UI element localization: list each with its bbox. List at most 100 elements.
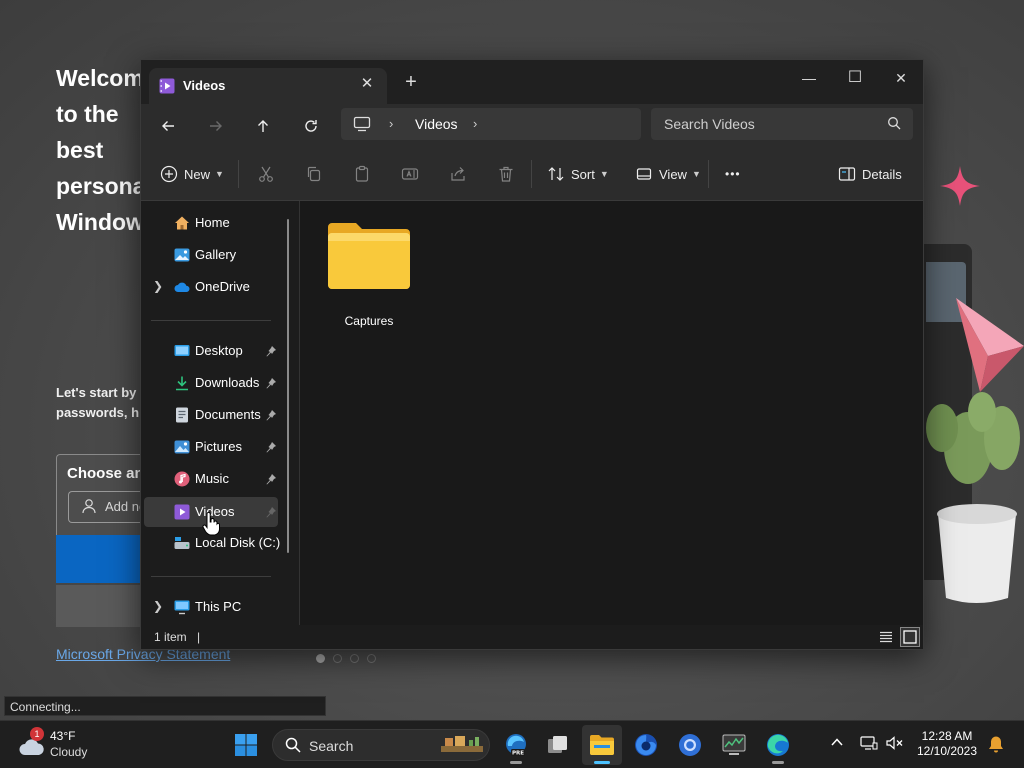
account-choice-title: Choose an xyxy=(67,465,144,482)
back-button[interactable] xyxy=(152,112,184,140)
share-button[interactable] xyxy=(449,162,473,186)
pin-icon[interactable] xyxy=(265,441,277,453)
start-button[interactable] xyxy=(226,725,266,765)
notification-bell-icon[interactable] xyxy=(988,735,1004,753)
add-account-field[interactable]: Add new xyxy=(68,491,156,523)
breadcrumb-chevron-icon[interactable]: › xyxy=(389,116,393,131)
weather-widget[interactable]: 1 43°F Cloudy xyxy=(18,727,108,763)
onedrive-cloud-icon xyxy=(174,282,190,292)
task-view-icon xyxy=(548,736,567,753)
breadcrumb-chevron-icon[interactable]: › xyxy=(473,116,477,131)
taskbar-edge[interactable] xyxy=(758,725,798,765)
copy-button[interactable] xyxy=(305,162,329,186)
system-clock[interactable]: 12:28 AM 12/10/2023 xyxy=(912,729,982,759)
pictures-icon xyxy=(174,440,190,454)
tab-close-button[interactable]: ✕ xyxy=(357,74,377,94)
paste-button[interactable] xyxy=(353,162,377,186)
forward-button[interactable] xyxy=(200,112,232,140)
pin-icon[interactable] xyxy=(265,345,277,357)
sidebar-item-label: Desktop xyxy=(195,343,243,358)
sidebar-item-label: Music xyxy=(195,471,229,486)
close-window-button[interactable]: ✕ xyxy=(879,64,923,92)
folder-item[interactable]: Captures xyxy=(324,219,414,329)
arrow-up-icon xyxy=(258,120,268,132)
chevron-down-icon: ▼ xyxy=(691,169,701,179)
status-separator: | xyxy=(197,630,201,644)
clipboard-icon xyxy=(355,165,369,182)
secondary-button[interactable] xyxy=(56,585,146,627)
taskbar-chrome[interactable] xyxy=(670,725,710,765)
sidebar-item-this-pc[interactable]: ❯ This PC xyxy=(144,593,278,621)
details-view-icon[interactable] xyxy=(878,629,894,645)
sidebar-item-desktop[interactable]: Desktop xyxy=(144,337,278,365)
sidebar-scrollbar[interactable] xyxy=(287,219,289,553)
pin-icon[interactable] xyxy=(265,506,277,518)
breadcrumb-videos[interactable]: Videos xyxy=(415,116,458,132)
details-pane-icon xyxy=(838,167,856,181)
new-tab-button[interactable]: + xyxy=(401,72,421,92)
taskbar-task-view[interactable] xyxy=(538,725,578,765)
volume-muted-icon[interactable] xyxy=(886,735,904,751)
cactus-plant-illustration xyxy=(926,392,1020,603)
delete-button[interactable] xyxy=(497,162,521,186)
search-input[interactable]: Search Videos xyxy=(651,108,913,140)
person-icon xyxy=(82,499,96,514)
pin-icon[interactable] xyxy=(265,473,277,485)
sidebar-item-label: Local Disk (C:) xyxy=(195,535,281,550)
connection-status-tooltip: Connecting... xyxy=(4,696,326,716)
running-indicator xyxy=(772,761,784,764)
arrow-right-icon xyxy=(210,121,222,131)
pin-icon[interactable] xyxy=(265,409,277,421)
up-button[interactable] xyxy=(247,112,279,140)
chevron-right-icon[interactable]: ❯ xyxy=(153,599,163,613)
share-icon xyxy=(451,167,465,181)
taskbar-file-explorer[interactable] xyxy=(582,725,622,765)
toolbar-divider xyxy=(708,160,709,188)
minimize-button[interactable]: — xyxy=(787,64,831,92)
sort-button[interactable]: Sort ▼ xyxy=(547,162,609,186)
sidebar-item-gallery[interactable]: Gallery xyxy=(144,241,278,269)
new-button[interactable]: New ▼ xyxy=(160,162,224,186)
page-dot xyxy=(316,654,325,663)
folder-name: Captures xyxy=(344,314,394,328)
maximize-button[interactable]: ☐ xyxy=(833,64,877,92)
search-placeholder: Search Videos xyxy=(664,116,755,132)
running-indicator xyxy=(510,761,522,764)
network-icon[interactable] xyxy=(860,735,878,751)
cut-button[interactable] xyxy=(257,162,281,186)
account-choice-card: Choose an Add new xyxy=(56,454,156,536)
address-bar[interactable]: › Videos › xyxy=(341,108,641,140)
sidebar-item-documents[interactable]: Documents xyxy=(144,401,278,429)
windows-logo-icon xyxy=(235,734,257,756)
taskbar-edge-beta[interactable]: PRE xyxy=(496,725,536,765)
rename-button[interactable] xyxy=(401,162,425,186)
desktop-icon xyxy=(174,345,190,356)
trash-icon xyxy=(499,166,513,182)
page-dot xyxy=(350,654,359,663)
taskbar-firefox[interactable] xyxy=(626,725,666,765)
weather-temperature: 43°F xyxy=(50,729,76,743)
sidebar-item-downloads[interactable]: Downloads xyxy=(144,369,278,397)
view-button[interactable]: View ▼ xyxy=(635,162,701,186)
continue-button[interactable] xyxy=(56,535,146,583)
sidebar-item-label: Documents xyxy=(195,407,261,422)
sidebar-item-pictures[interactable]: Pictures xyxy=(144,433,278,461)
chevron-up-icon[interactable] xyxy=(830,735,844,749)
sidebar-item-home[interactable]: Home xyxy=(144,209,278,237)
sidebar-item-onedrive[interactable]: ❯ OneDrive xyxy=(144,273,278,301)
file-list-area[interactable]: Captures xyxy=(300,201,923,625)
taskbar: 1 43°F Cloudy Search PRE 12:28 AM 12/10/… xyxy=(0,720,1024,768)
chevron-right-icon[interactable]: ❯ xyxy=(153,279,163,293)
title-bar[interactable]: Videos ✕ + — ☐ ✕ xyxy=(141,60,923,104)
taskbar-search-box[interactable]: Search xyxy=(272,729,490,761)
refresh-button[interactable] xyxy=(295,112,327,140)
large-icons-view-button[interactable] xyxy=(900,627,920,647)
tab-videos[interactable]: Videos ✕ xyxy=(149,68,387,104)
more-options-button[interactable]: ••• xyxy=(725,162,741,186)
details-pane-button[interactable]: Details xyxy=(838,162,902,186)
sidebar-item-music[interactable]: Music xyxy=(144,465,278,493)
sidebar-item-label: Pictures xyxy=(195,439,242,454)
pin-icon[interactable] xyxy=(265,377,277,389)
folder-icon xyxy=(328,223,410,289)
taskbar-task-manager[interactable] xyxy=(714,725,754,765)
